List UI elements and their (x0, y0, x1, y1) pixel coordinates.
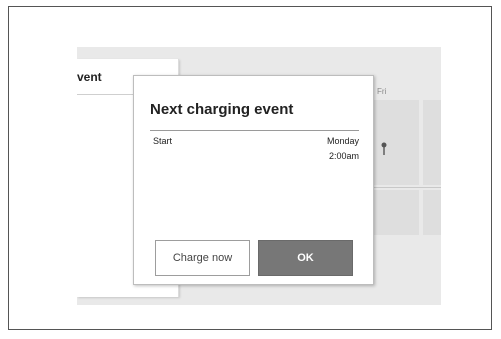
charge-now-button[interactable]: Charge now (155, 240, 250, 276)
calendar-cell[interactable] (373, 190, 419, 235)
start-time-value: 2:00am (328, 151, 359, 161)
calendar-cell[interactable] (423, 190, 441, 235)
calendar-cell[interactable] (373, 100, 419, 185)
background-panel-title: vent (77, 70, 102, 84)
start-day-value: Monday (326, 136, 359, 146)
dialog-divider (150, 130, 359, 131)
next-charging-event-dialog: Next charging event Start Monday 2:00am … (133, 75, 374, 285)
dialog-title: Next charging event (150, 101, 294, 118)
figure-frame: vent Fri Next charging event Start Monda… (8, 6, 492, 330)
start-label: Start (153, 136, 173, 146)
charging-pin-icon (381, 142, 387, 155)
calendar-day-label: Fri (377, 87, 387, 96)
calendar-cell[interactable] (423, 100, 441, 185)
ok-button[interactable]: OK (258, 240, 353, 276)
